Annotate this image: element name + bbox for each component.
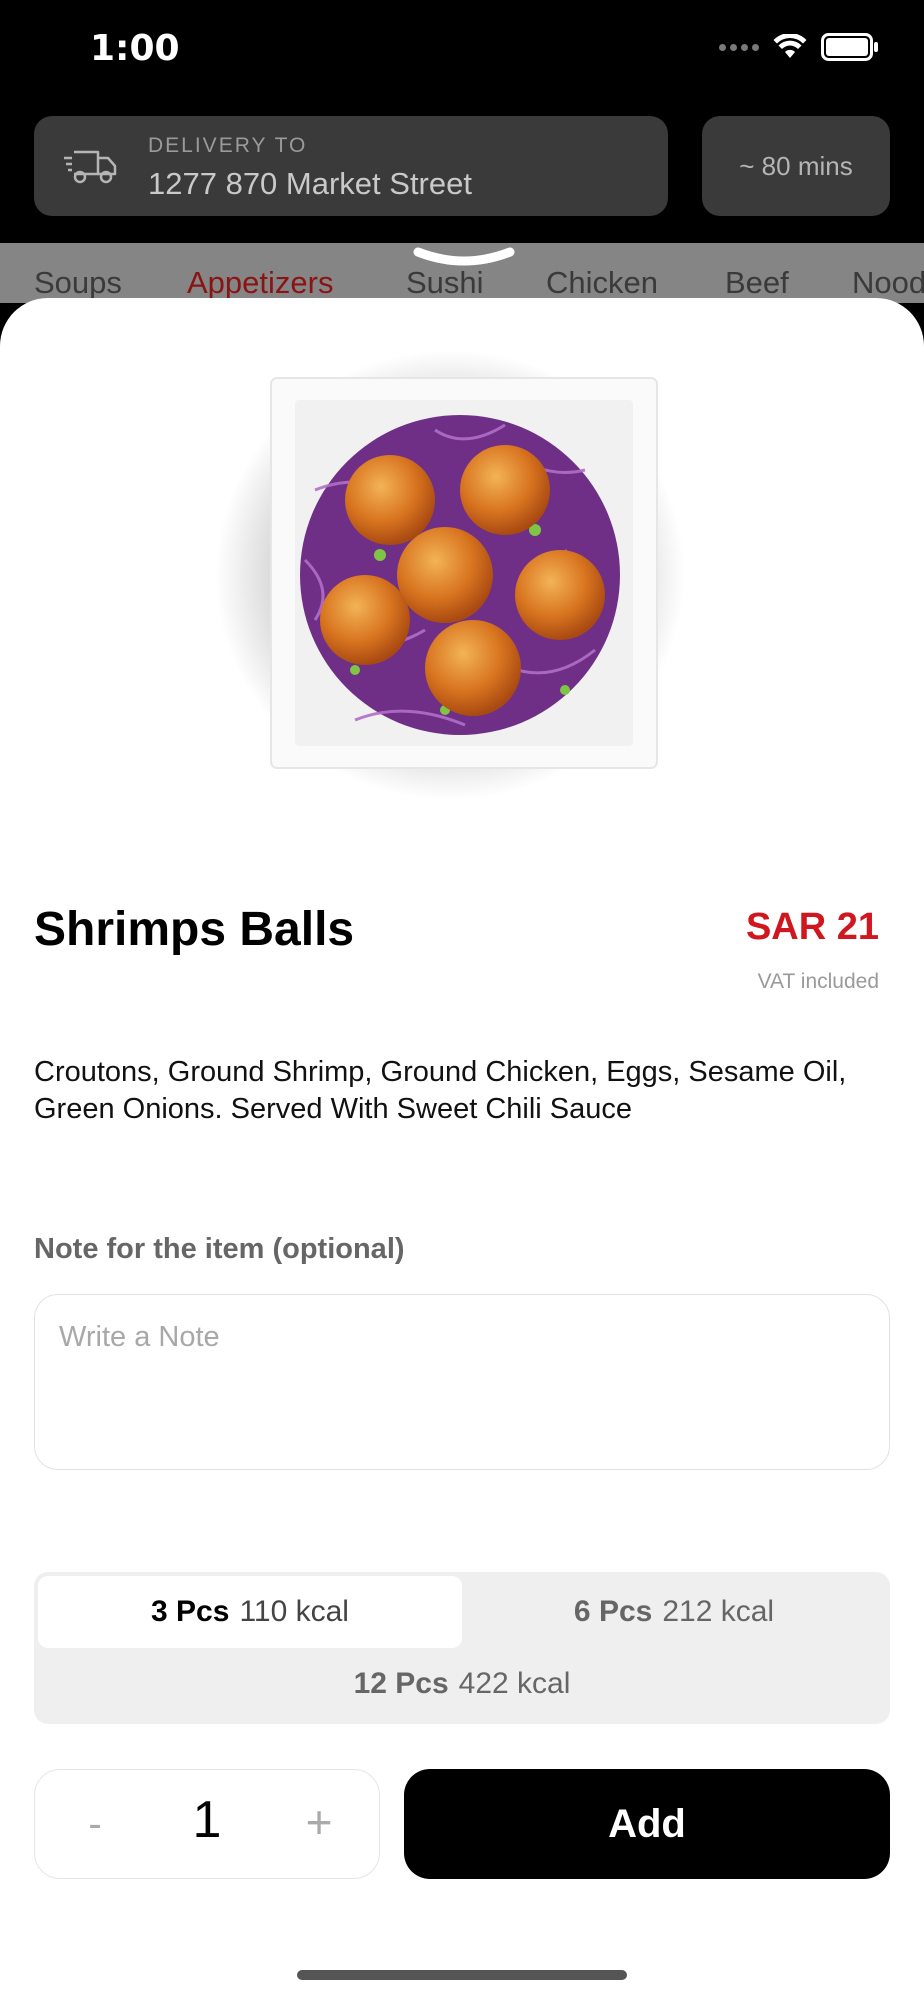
sheet-dismiss-chevron-icon[interactable] bbox=[412, 246, 516, 270]
delivery-truck-icon bbox=[64, 150, 117, 184]
home-indicator[interactable] bbox=[297, 1970, 627, 1980]
category-tab-soups[interactable]: Soups bbox=[34, 265, 122, 301]
dish-photo bbox=[215, 350, 685, 800]
size-kcal: 422 kcal bbox=[458, 1667, 571, 1700]
item-description: Croutons, Ground Shrimp, Ground Chicken,… bbox=[34, 1056, 847, 1125]
category-tab-noodles[interactable]: Noodles bbox=[852, 265, 924, 301]
item-title: Shrimps Balls bbox=[34, 903, 355, 956]
size-option-3-pcs[interactable]: 3 Pcs 110 kcal bbox=[38, 1576, 462, 1648]
size-selector: 3 Pcs 110 kcal 6 Pcs 212 kcal 12 Pcs 422… bbox=[34, 1572, 890, 1724]
status-icons bbox=[719, 33, 879, 61]
size-pcs: 12 Pcs bbox=[353, 1667, 449, 1700]
add-to-cart-button[interactable]: Add bbox=[404, 1769, 890, 1879]
note-label: Note for the item (optional) bbox=[34, 1233, 405, 1265]
note-input[interactable] bbox=[34, 1294, 890, 1470]
delivery-address: 1277 870 Market Street bbox=[148, 166, 472, 201]
decrease-quantity-button[interactable]: - bbox=[65, 1794, 125, 1854]
item-price: SAR 21 bbox=[745, 906, 879, 948]
cellular-signal-icon bbox=[719, 43, 759, 51]
delivery-label: DELIVERY TO bbox=[148, 134, 308, 157]
size-pcs: 6 Pcs bbox=[573, 1595, 653, 1628]
size-kcal: 212 kcal bbox=[662, 1595, 775, 1628]
delivery-address-selector[interactable]: DELIVERY TO 1277 870 Market Street bbox=[34, 116, 668, 216]
eta-text: ~ 80 mins bbox=[739, 150, 853, 181]
size-option-6-pcs[interactable]: 6 Pcs 212 kcal bbox=[462, 1576, 886, 1648]
category-tab-sushi[interactable]: Sushi bbox=[406, 265, 484, 301]
status-time: 1:00 bbox=[90, 28, 180, 69]
quantity-stepper: - 1 + bbox=[34, 1769, 380, 1879]
battery-icon bbox=[821, 33, 878, 61]
size-kcal: 110 kcal bbox=[239, 1595, 349, 1628]
wifi-icon bbox=[773, 34, 807, 58]
category-tab-appetizers[interactable]: Appetizers bbox=[187, 265, 333, 301]
delivery-eta[interactable]: ~ 80 mins bbox=[702, 116, 890, 216]
category-tab-chicken[interactable]: Chicken bbox=[546, 265, 658, 301]
add-button-label: Add bbox=[608, 1801, 686, 1846]
size-pcs: 3 Pcs bbox=[151, 1595, 230, 1628]
increase-quantity-button[interactable]: + bbox=[289, 1792, 349, 1852]
status-bar: 1:00 bbox=[0, 0, 924, 105]
vat-label: VAT included bbox=[757, 970, 879, 993]
category-tab-beef[interactable]: Beef bbox=[725, 265, 789, 301]
quantity-value: 1 bbox=[192, 1791, 222, 1849]
size-option-12-pcs[interactable]: 12 Pcs 422 kcal bbox=[38, 1648, 886, 1720]
